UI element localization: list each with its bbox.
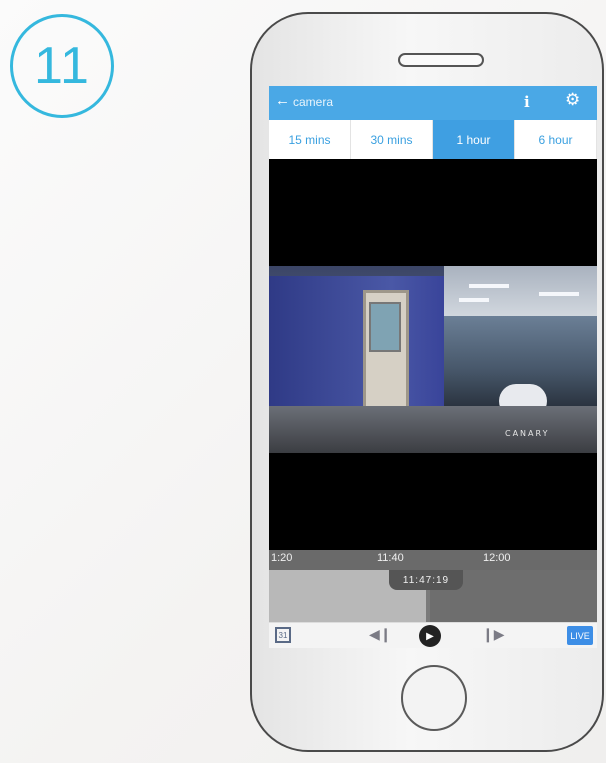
app-title: camera [293,95,334,109]
timeline-scrubber[interactable]: 1:20 11:40 12:00 11:47:19 [269,550,597,622]
phone-speaker [398,53,484,67]
timeline-playhead[interactable] [426,590,430,622]
step-badge: 11 [10,14,114,118]
live-button[interactable]: LIVE [567,626,593,645]
home-button[interactable] [401,665,467,731]
phone-screen: ← camera i ⚙ 15 mins 30 mins 1 hour 6 ho… [269,86,597,648]
skip-previous-icon[interactable]: ◀❙ [369,626,392,643]
app-bar: ← camera i ⚙ [269,86,597,120]
info-icon[interactable]: i [524,93,530,111]
timeline-tick: 12:00 [483,552,511,564]
play-icon[interactable]: ▶ [419,625,441,647]
tab-6-hour[interactable]: 6 hour [515,120,597,159]
camera-video-feed[interactable]: CANARY [269,266,597,453]
current-time-bubble: 11:47:19 [389,570,463,590]
video-door-window [369,302,401,352]
video-watermark: CANARY [505,429,550,438]
timeline-ticks-bar [269,550,597,570]
tab-15-mins[interactable]: 15 mins [269,120,351,159]
timeline-tick: 1:20 [271,552,293,564]
tab-30-mins[interactable]: 30 mins [351,120,433,159]
time-range-tabs: 15 mins 30 mins 1 hour 6 hour [269,120,597,159]
calendar-icon[interactable]: 31 [275,627,291,643]
phone-frame: ← camera i ⚙ 15 mins 30 mins 1 hour 6 ho… [250,12,604,752]
gear-icon[interactable]: ⚙ [565,90,580,110]
video-ceiling [444,266,597,316]
playback-controls: 31 ◀❙ ▶ ❙▶ LIVE [269,622,597,648]
video-wall [269,276,444,426]
video-ceiling-light [469,284,509,288]
tab-1-hour[interactable]: 1 hour [433,120,515,159]
arrow-left-icon[interactable]: ← [275,92,290,109]
video-ceiling-light [459,298,489,302]
timeline-tick: 11:40 [377,552,404,564]
video-ceiling-light [539,292,579,296]
step-number: 11 [34,37,90,95]
skip-next-icon[interactable]: ❙▶ [482,626,505,643]
